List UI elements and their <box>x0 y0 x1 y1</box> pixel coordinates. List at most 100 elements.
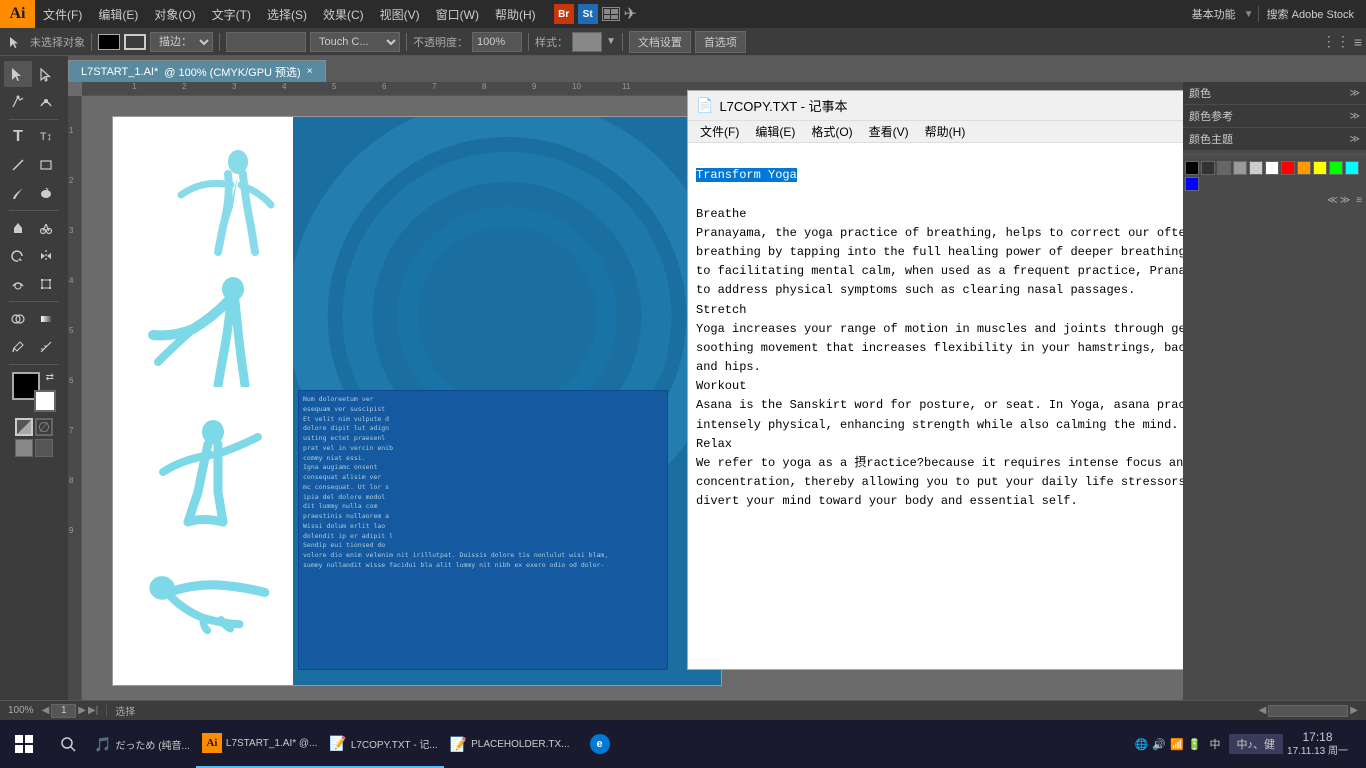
stock-icon[interactable]: St <box>578 4 598 24</box>
swatch-silver[interactable] <box>1249 161 1263 175</box>
menu-effect[interactable]: 效果(C) <box>315 0 372 28</box>
stroke-weight-select[interactable]: 描边： <box>150 32 213 52</box>
taskbar-search[interactable] <box>48 720 88 768</box>
menu-file[interactable]: 文件(F) <box>35 0 90 28</box>
page-input[interactable] <box>51 704 76 718</box>
workspace-selector[interactable]: 基本功能 <box>1188 6 1240 22</box>
stock-search[interactable]: 搜索 Adobe Stock <box>1263 6 1358 22</box>
select-tool[interactable] <box>4 61 32 87</box>
measure-tool[interactable] <box>32 334 60 360</box>
ime-indicator[interactable]: 中 <box>1206 734 1225 754</box>
color-theme-panel-header[interactable]: 颜色主题 ≫ <box>1183 128 1366 150</box>
tab-close-btn[interactable]: × <box>307 66 313 77</box>
swatch-white[interactable] <box>1265 161 1279 175</box>
color-ref-panel-header[interactable]: 颜色参考 ≫ <box>1183 105 1366 127</box>
taskbar-notepad-app[interactable]: 📝 L7COPY.TXT - 记... <box>323 720 443 768</box>
start-button[interactable] <box>0 720 48 768</box>
taskbar-music-app[interactable]: 🎵 だっため (纯音... <box>88 720 196 768</box>
np-menu-view[interactable]: 查看(V) <box>861 121 917 142</box>
swatch-orange[interactable] <box>1297 161 1311 175</box>
panel-expand-right[interactable]: ≫ <box>1340 195 1350 206</box>
free-transform-tool[interactable] <box>32 271 60 297</box>
pattern-mode-btn[interactable]: ∅ <box>35 418 53 436</box>
swatch-cyan[interactable] <box>1345 161 1359 175</box>
swatch-gray[interactable] <box>1217 161 1231 175</box>
menu-object[interactable]: 对象(O) <box>146 0 203 28</box>
zoom-last-btn[interactable]: ▶| <box>88 705 98 716</box>
eyedropper-tool[interactable] <box>4 334 32 360</box>
shape-builder-tool[interactable] <box>4 306 32 332</box>
pen-tool[interactable] <box>4 89 32 115</box>
menu-text[interactable]: 文字(T) <box>204 0 259 28</box>
gradient-mode-btn[interactable] <box>15 418 33 436</box>
draw-inside-btn[interactable] <box>35 439 53 457</box>
zoom-level[interactable]: 100% <box>8 705 34 716</box>
line-tool[interactable] <box>4 152 32 178</box>
taskbar-placeholder-app[interactable]: 📝 PLACEHOLDER.TX... <box>444 720 576 768</box>
arrange-btn[interactable]: ⋮⋮ <box>1322 33 1350 50</box>
menu-view[interactable]: 视图(V) <box>372 0 428 28</box>
tray-icon-4[interactable]: 🔋 <box>1188 738 1202 751</box>
normal-mode-btn[interactable] <box>15 439 33 457</box>
stroke-tool-icon[interactable]: ✈ <box>624 4 637 24</box>
canvas-scroll-right[interactable]: ▶ <box>1350 705 1358 716</box>
artboard-text-box[interactable]: Num doloreetum ver esequam ver suscipist… <box>298 390 668 670</box>
swatch-dark[interactable] <box>1201 161 1215 175</box>
style-swatch[interactable] <box>572 32 602 52</box>
reflect-tool[interactable] <box>32 243 60 269</box>
tray-icon-1[interactable]: 🌐 <box>1135 738 1149 751</box>
rect-tool[interactable] <box>32 152 60 178</box>
swatch-green[interactable] <box>1329 161 1343 175</box>
bridge-icon[interactable]: Br <box>554 4 574 24</box>
taskbar-edge-app[interactable]: e <box>576 720 624 768</box>
rotate-tool[interactable] <box>4 243 32 269</box>
opacity-input[interactable] <box>472 32 522 52</box>
canvas-scroll-left[interactable]: ◀ <box>1259 705 1267 716</box>
artboard[interactable]: Num doloreetum ver esequam ver suscipist… <box>112 116 722 686</box>
zoom-prev-btn[interactable]: ◀ <box>42 705 50 716</box>
fill-color-box[interactable] <box>98 34 120 50</box>
swatch-lgray[interactable] <box>1233 161 1247 175</box>
np-menu-help[interactable]: 帮助(H) <box>917 121 974 142</box>
np-menu-format[interactable]: 格式(O) <box>803 121 860 142</box>
panel-expand-left[interactable]: ≪ <box>1327 195 1337 206</box>
warp-tool[interactable] <box>4 271 32 297</box>
swatch-yellow[interactable] <box>1313 161 1327 175</box>
direct-select-tool[interactable] <box>32 61 60 87</box>
scissors-tool[interactable] <box>32 215 60 241</box>
show-desktop-btn[interactable] <box>1352 720 1358 768</box>
np-menu-file[interactable]: 文件(F) <box>692 121 747 142</box>
np-menu-edit[interactable]: 编辑(E) <box>747 121 803 142</box>
active-document-tab[interactable]: L7START_1.AI* @ 100% (CMYK/GPU 预选) × <box>68 60 326 82</box>
curvature-tool[interactable] <box>32 89 60 115</box>
more-options-btn[interactable]: ≡ <box>1354 34 1362 50</box>
tray-icon-2[interactable]: 🔊 <box>1152 738 1166 751</box>
type-tool[interactable]: T <box>4 124 32 150</box>
swap-colors[interactable]: ⇄ <box>46 372 54 383</box>
zoom-next-btn[interactable]: ▶ <box>78 705 86 716</box>
background-color[interactable] <box>34 390 56 412</box>
clock[interactable]: 17:18 17.11.13 周一 <box>1287 729 1348 760</box>
tray-icon-3[interactable]: 📶 <box>1170 738 1184 751</box>
swatch-blue[interactable] <box>1185 177 1199 191</box>
gradient-tool[interactable] <box>32 306 60 332</box>
taskbar-ai-app[interactable]: Ai L7START_1.AI* @... <box>196 720 323 768</box>
menu-window[interactable]: 窗口(W) <box>428 0 487 28</box>
swatch-red[interactable] <box>1281 161 1295 175</box>
stroke-color-box[interactable] <box>124 34 146 50</box>
workspace-grid-icon[interactable] <box>602 7 620 21</box>
menu-select[interactable]: 选择(S) <box>259 0 315 28</box>
menu-help[interactable]: 帮助(H) <box>487 0 544 28</box>
blob-tool[interactable] <box>32 180 60 206</box>
panel-options-icon[interactable]: ≡ <box>1356 195 1362 206</box>
color-panel-header[interactable]: 颜色 ≫ <box>1183 82 1366 104</box>
doc-settings-btn[interactable]: 文档设置 <box>629 31 691 53</box>
ime-mode-indicator[interactable]: 中♪、健 <box>1229 734 1284 754</box>
canvas-scrollbar-h[interactable] <box>1268 705 1348 717</box>
menu-edit[interactable]: 编辑(E) <box>90 0 146 28</box>
touch-type-tool[interactable]: T↕ <box>32 124 60 150</box>
swatch-black[interactable] <box>1185 161 1199 175</box>
preferences-btn[interactable]: 首选项 <box>695 31 746 53</box>
paintbrush-tool[interactable] <box>4 180 32 206</box>
eraser-tool[interactable] <box>4 215 32 241</box>
